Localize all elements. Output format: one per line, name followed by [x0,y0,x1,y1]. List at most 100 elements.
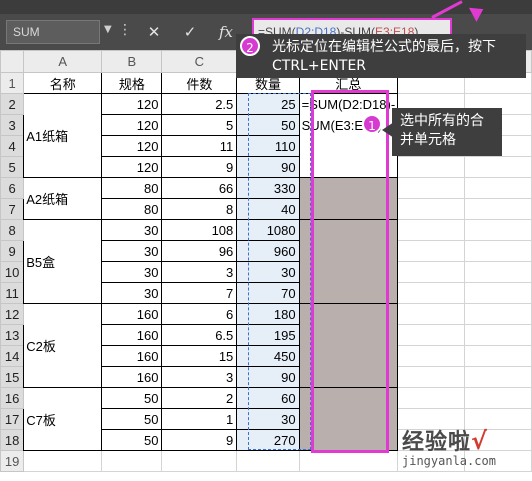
count-cell[interactable]: 2 [161,387,238,409]
spec-cell[interactable]: 50 [101,387,163,409]
row-header[interactable]: 12 [0,303,25,325]
empty-cell[interactable] [463,345,532,367]
row-header[interactable]: 5 [0,156,25,178]
empty-cell[interactable] [397,387,465,409]
qty-cell[interactable]: 30 [236,408,300,430]
spec-cell[interactable]: 120 [101,114,163,136]
row-header[interactable]: 11 [0,282,25,304]
confirm-button[interactable]: ✓ [176,20,204,44]
spec-cell[interactable]: 50 [101,429,163,451]
merged-total-cell[interactable] [298,387,399,451]
more-options-icon[interactable]: ⋮ [118,22,132,38]
empty-cell[interactable] [463,156,532,178]
merged-name-cell[interactable]: A1纸箱 [23,93,103,178]
row-header[interactable]: 13 [0,324,25,346]
merged-name-cell[interactable]: C7板 [23,387,103,451]
row-header[interactable]: 7 [0,198,25,220]
qty-cell[interactable]: 70 [236,282,300,304]
count-cell[interactable]: 8 [161,198,238,220]
empty-cell[interactable] [463,240,532,262]
qty-cell[interactable]: 1080 [236,219,300,241]
cancel-button[interactable]: ✕ [140,20,168,44]
spec-cell[interactable]: 30 [101,240,163,262]
qty-cell[interactable]: 960 [236,240,300,262]
empty-cell[interactable] [397,345,465,367]
spec-cell[interactable]: 30 [101,261,163,283]
row-header[interactable]: 3 [0,114,25,136]
merged-total-cell[interactable] [298,303,399,388]
merged-name-cell[interactable]: C2板 [23,303,103,388]
qty-cell[interactable]: 25 [236,93,300,115]
empty-cell[interactable] [463,387,532,409]
spec-cell[interactable]: 160 [101,324,163,346]
spec-cell[interactable]: 80 [101,198,163,220]
spec-cell[interactable]: 160 [101,366,163,388]
row-header[interactable]: 19 [0,450,25,472]
empty-cell[interactable] [397,240,465,262]
merged-total-cell[interactable] [298,177,399,220]
count-cell[interactable]: 96 [161,240,238,262]
column-header[interactable]: B [101,50,163,73]
row-header[interactable]: 4 [0,135,25,157]
merged-name-cell[interactable]: B5盒 [23,219,103,304]
spec-cell[interactable]: 50 [101,408,163,430]
row-header[interactable]: 8 [0,219,25,241]
empty-cell[interactable] [463,177,532,199]
empty-cell[interactable] [397,177,465,199]
row-header[interactable]: 17 [0,408,25,430]
empty-cell[interactable] [397,366,465,388]
qty-cell[interactable]: 330 [236,177,300,199]
header-cell-spec[interactable]: 规格 [101,72,163,94]
count-cell[interactable]: 11 [161,135,238,157]
row-header[interactable]: 1 [0,72,25,94]
empty-cell[interactable] [463,261,532,283]
spec-cell[interactable]: 80 [101,177,163,199]
empty-cell[interactable] [161,450,238,472]
spec-cell[interactable]: 30 [101,282,163,304]
qty-cell[interactable]: 60 [236,387,300,409]
spec-cell[interactable]: 160 [101,345,163,367]
row-header[interactable]: 18 [0,429,25,451]
count-cell[interactable]: 6 [161,303,238,325]
row-header[interactable]: 15 [0,366,25,388]
empty-cell[interactable] [236,450,300,472]
qty-cell[interactable]: 270 [236,429,300,451]
row-header[interactable]: 10 [0,261,25,283]
name-box[interactable]: SUM [6,20,100,44]
count-cell[interactable]: 9 [161,429,238,451]
empty-cell[interactable] [397,324,465,346]
empty-cell[interactable] [397,198,465,220]
qty-cell[interactable]: 110 [236,135,300,157]
count-cell[interactable]: 7 [161,282,238,304]
qty-cell[interactable]: 450 [236,345,300,367]
empty-cell[interactable] [463,324,532,346]
column-header[interactable]: A [23,50,103,73]
count-cell[interactable]: 3 [161,261,238,283]
empty-cell[interactable] [463,366,532,388]
empty-cell[interactable] [23,450,103,472]
merged-total-cell[interactable] [298,219,399,304]
empty-cell[interactable] [463,303,532,325]
header-cell-count[interactable]: 件数 [161,72,238,94]
count-cell[interactable]: 2.5 [161,93,238,115]
qty-cell[interactable]: 90 [236,156,300,178]
spec-cell[interactable]: 120 [101,135,163,157]
spec-cell[interactable]: 160 [101,303,163,325]
count-cell[interactable]: 3 [161,366,238,388]
header-cell-name[interactable]: 名称 [23,72,103,94]
row-header[interactable]: 16 [0,387,25,409]
spec-cell[interactable]: 120 [101,156,163,178]
merged-name-cell[interactable]: A2纸箱 [23,177,103,220]
qty-cell[interactable]: 40 [236,198,300,220]
qty-cell[interactable]: 50 [236,114,300,136]
row-header[interactable]: 14 [0,345,25,367]
count-cell[interactable]: 1 [161,408,238,430]
spec-cell[interactable]: 30 [101,219,163,241]
empty-cell[interactable] [298,450,399,472]
count-cell[interactable]: 15 [161,345,238,367]
empty-cell[interactable] [397,282,465,304]
count-cell[interactable]: 108 [161,219,238,241]
spec-cell[interactable]: 120 [101,93,163,115]
empty-cell[interactable] [463,219,532,241]
qty-cell[interactable]: 90 [236,366,300,388]
